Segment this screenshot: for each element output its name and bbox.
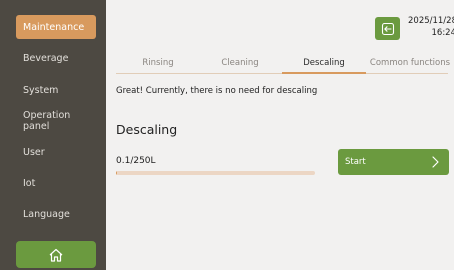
chevron-right-icon [432,156,439,168]
home-button[interactable] [16,241,96,268]
main-panel: 2025/11/28 16:24 Rinsing Cleaning Descal… [106,0,454,270]
tab-label: Common functions [369,58,451,68]
active-tab-indicator [282,72,366,74]
exit-icon [381,22,394,35]
descaling-counter: 0.1/250L [116,156,156,166]
time-text: 16:24 [431,28,454,38]
sidebar-item-system[interactable]: System [16,78,96,102]
sidebar: Maintenance Beverage System Operation pa… [0,0,106,270]
sidebar-item-label: User [23,146,45,158]
tab-label: Descaling [303,58,345,68]
section-title: Descaling [116,122,178,137]
start-button[interactable]: Start [338,149,449,175]
sidebar-item-label: Beverage [23,52,69,64]
tab-label: Cleaning [221,58,259,68]
sidebar-item-user[interactable]: User [16,140,96,164]
sidebar-item-label: Maintenance [23,21,85,33]
sidebar-item-iot[interactable]: Iot [16,171,96,195]
exit-button[interactable] [375,17,400,40]
tab-label: Rinsing [142,58,174,68]
sidebar-item-label: System [23,84,59,96]
tab-descaling[interactable]: Descaling [282,53,366,73]
sidebar-item-maintenance[interactable]: Maintenance [16,15,96,39]
date-text: 2025/11/28 [408,16,454,26]
tab-cleaning[interactable]: Cleaning [198,53,282,73]
datetime: 2025/11/28 16:24 [408,15,454,39]
sidebar-item-operation-panel[interactable]: Operation panel [16,109,96,133]
sidebar-item-label: Iot [23,177,36,189]
tab-rinsing[interactable]: Rinsing [116,53,200,73]
sidebar-item-label: Language [23,208,70,220]
start-label: Start [345,157,366,167]
sidebar-item-label: Operation panel [23,110,71,132]
sidebar-item-beverage[interactable]: Beverage [16,46,96,70]
home-icon [49,248,63,262]
sidebar-item-language[interactable]: Language [16,202,96,226]
descaling-progress-bar [116,171,315,175]
descaling-notice: Great! Currently, there is no need for d… [116,86,318,96]
tab-common-functions[interactable]: Common functions [366,53,454,73]
